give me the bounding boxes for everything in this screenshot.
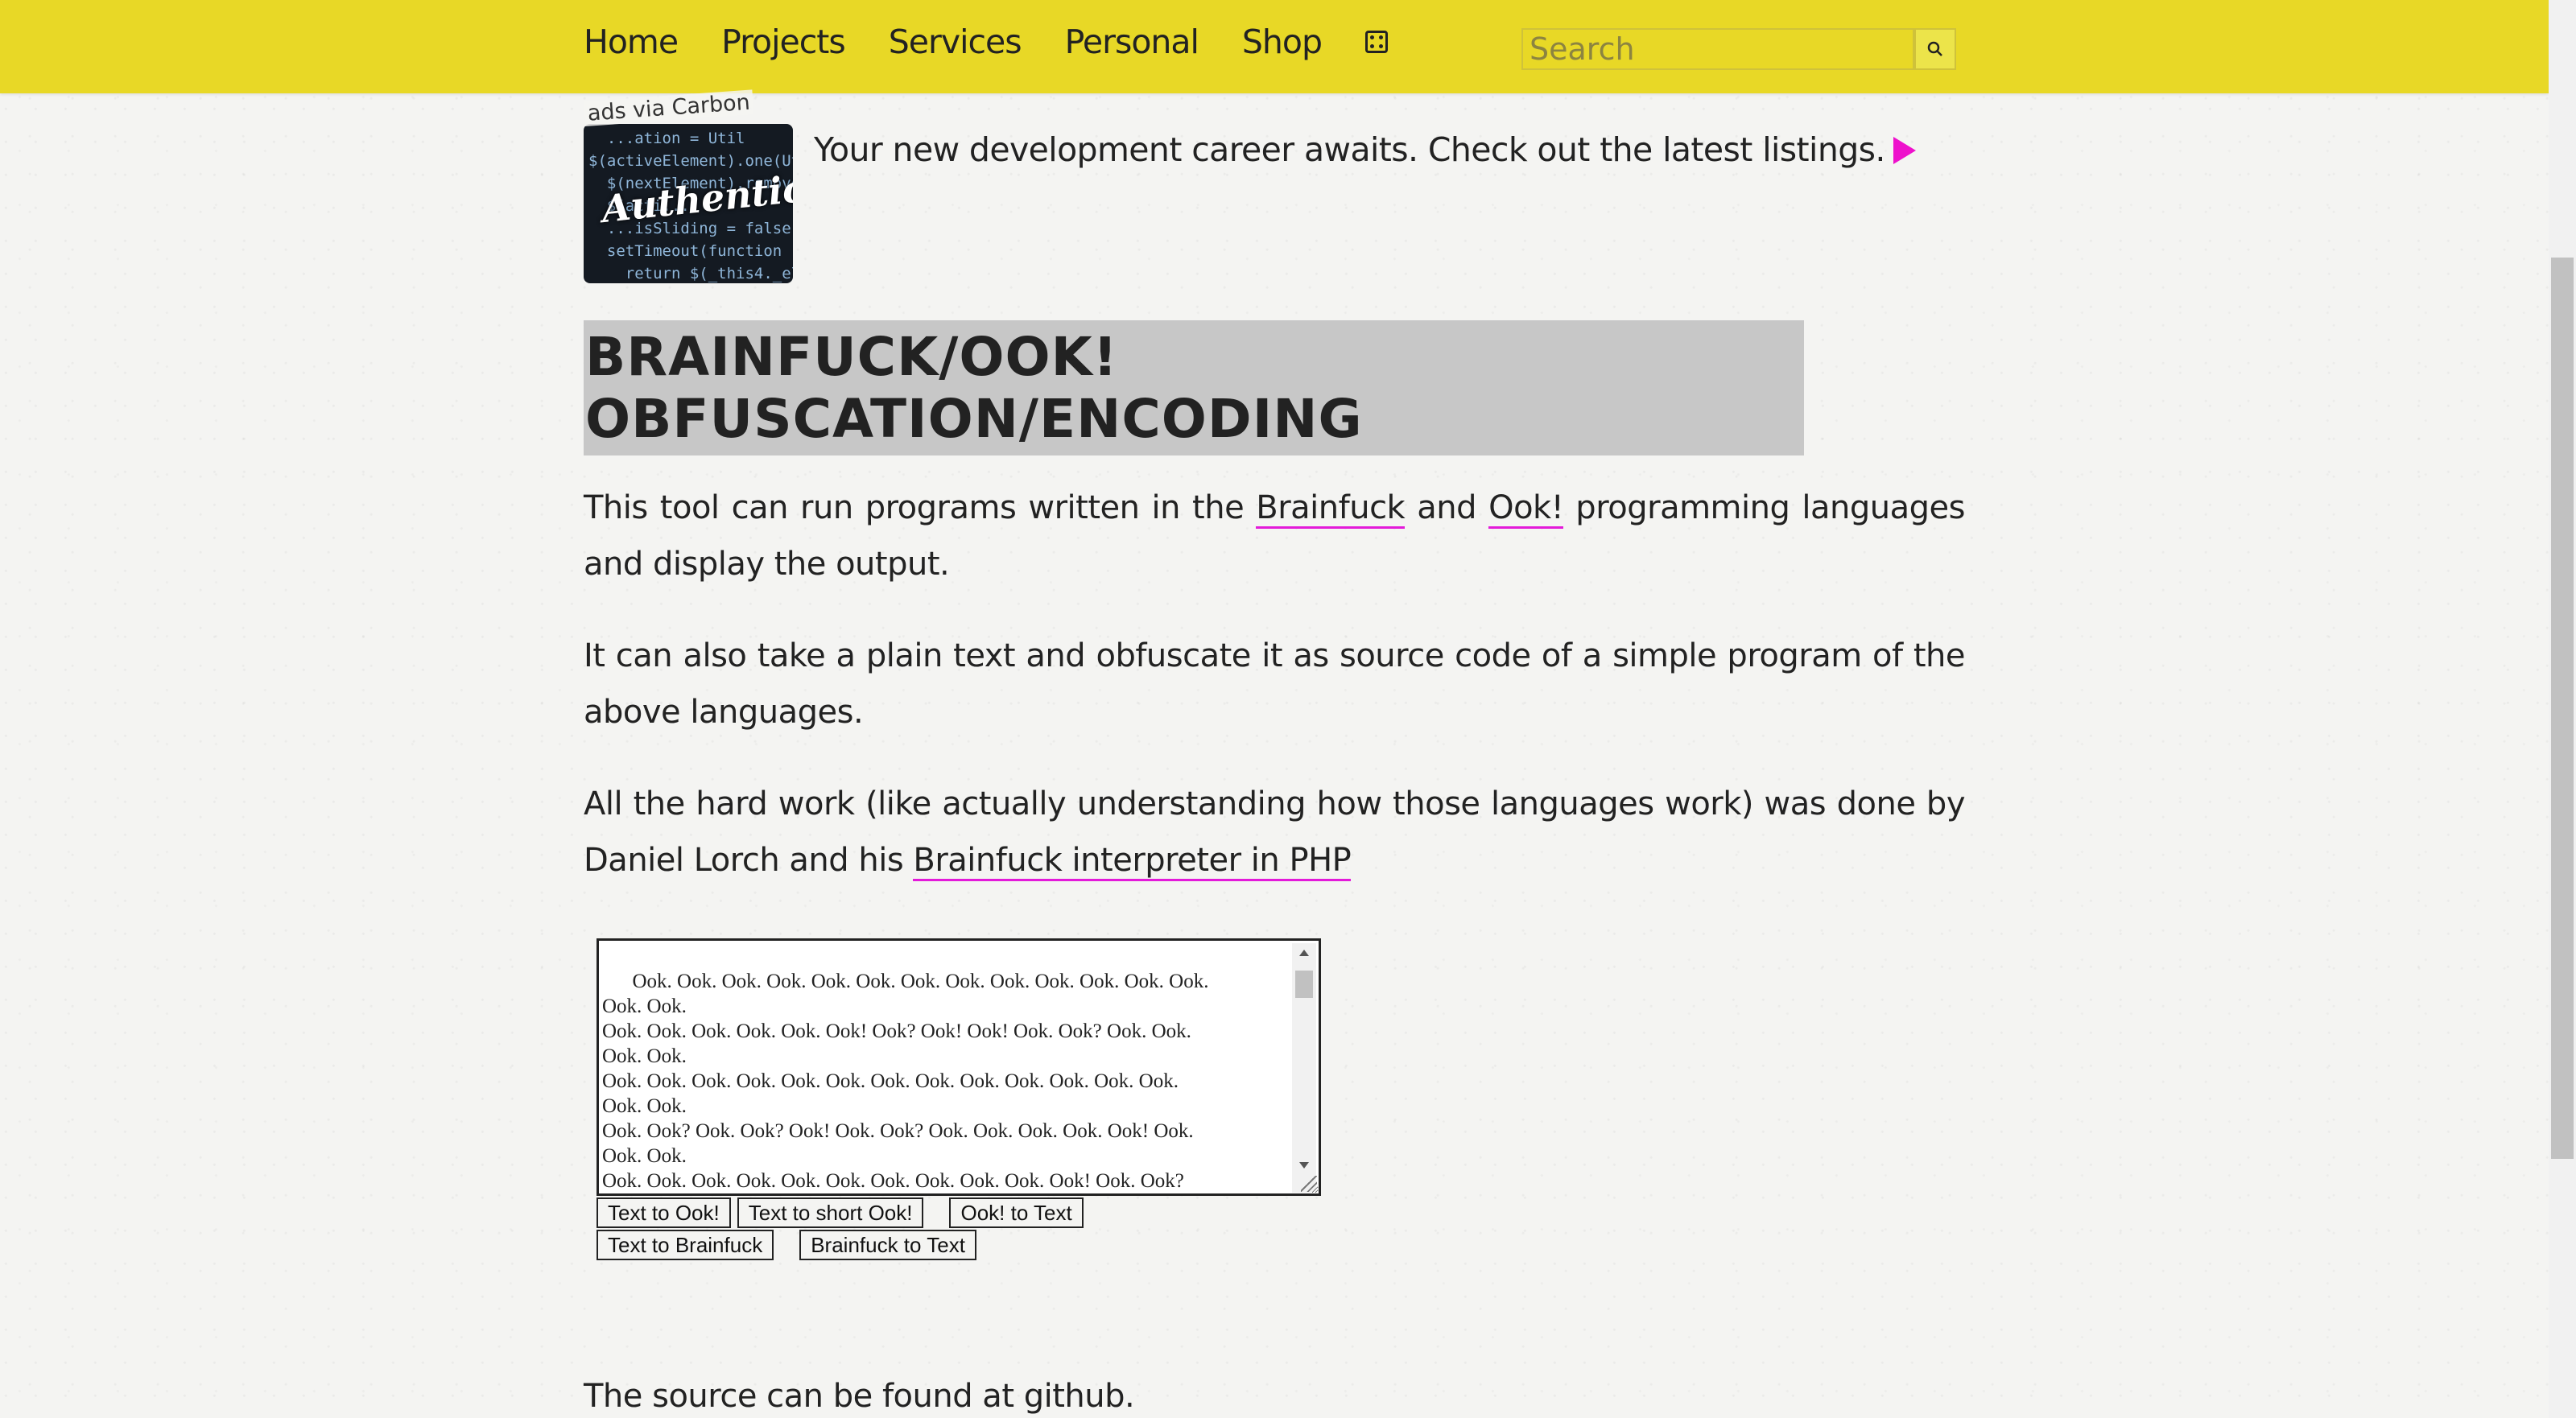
search-icon (1927, 41, 1942, 56)
nav-item-services[interactable]: Services (889, 23, 1022, 61)
brainfuck-link[interactable]: Brainfuck (1256, 489, 1406, 529)
search-input[interactable] (1521, 28, 1914, 70)
search-button[interactable] (1914, 28, 1956, 70)
page-title: Brainfuck/Ook! Obfuscation/Encoding (585, 326, 1363, 450)
code-textarea[interactable]: Ook. Ook. Ook. Ook. Ook. Ook. Ook. Ook. … (597, 938, 1321, 1196)
text-to-short-ook-button[interactable]: Text to short Ook! (737, 1197, 924, 1228)
main-content: ads via Carbon ...ation = Util $(activeE… (583, 89, 1966, 1260)
button-row-2: Text to Brainfuck Brainfuck to Text (597, 1230, 1965, 1260)
ook-to-text-button[interactable]: Ook! to Text (949, 1197, 1084, 1228)
ad-label[interactable]: ads via Carbon (583, 89, 754, 126)
text-to-ook-button[interactable]: Text to Ook! (597, 1197, 731, 1228)
ad-text-link[interactable]: Your new development career awaits. Chec… (814, 130, 1916, 169)
nav-menu: Home Projects Services Personal Shop (584, 23, 1431, 61)
top-navbar: Home Projects Services Personal Shop (0, 0, 2549, 93)
intro-text-a: This tool can run programs written in th… (584, 489, 1257, 526)
ad-image[interactable]: ...ation = Util $(activeElement).one(Uti… (584, 124, 793, 283)
play-arrow-icon (1893, 137, 1916, 164)
source-note: The source can be found at github. (584, 1378, 1135, 1415)
ook-link[interactable]: Ook! (1488, 489, 1564, 529)
dice-icon (1365, 31, 1389, 53)
nav-item-personal[interactable]: Personal (1065, 23, 1199, 61)
code-textarea-content: Ook. Ook. Ook. Ook. Ook. Ook. Ook. Ook. … (602, 971, 1209, 1192)
text-to-brainfuck-button[interactable]: Text to Brainfuck (597, 1230, 774, 1260)
converter-tool: Ook. Ook. Ook. Ook. Ook. Ook. Ook. Ook. … (597, 938, 1965, 1260)
nav-item-shop[interactable]: Shop (1242, 23, 1323, 61)
nav-item-home[interactable]: Home (584, 23, 679, 61)
page-scrollbar[interactable] (2549, 0, 2576, 1418)
interpreter-link[interactable]: Brainfuck interpreter in PHP (913, 842, 1352, 881)
intro-paragraph: This tool can run programs written in th… (584, 480, 1966, 592)
textarea-scroll-thumb[interactable] (1295, 971, 1313, 998)
scroll-down-icon[interactable] (1299, 1162, 1309, 1169)
resize-grip-icon[interactable] (1301, 1176, 1317, 1192)
nav-item-random[interactable] (1365, 23, 1389, 61)
nav-item-projects[interactable]: Projects (721, 23, 846, 61)
search-form (1521, 28, 1956, 70)
title-banner: Brainfuck/Ook! Obfuscation/Encoding (584, 320, 1804, 455)
carbon-ad: ads via Carbon ...ation = Util $(activeE… (583, 89, 1965, 290)
credits-paragraph: All the hard work (like actually underst… (584, 776, 1966, 888)
ad-text: Your new development career awaits. Chec… (814, 130, 1885, 169)
obfuscate-paragraph: It can also take a plain text and obfusc… (584, 637, 1966, 731)
textarea-scrollbar[interactable] (1292, 943, 1316, 1193)
intro-text-b: and (1405, 489, 1489, 526)
button-row-1: Text to Ook! Text to short Ook! Ook! to … (597, 1197, 1965, 1228)
brainfuck-to-text-button[interactable]: Brainfuck to Text (799, 1230, 976, 1260)
page-scroll-thumb[interactable] (2551, 258, 2574, 1159)
scroll-up-icon[interactable] (1299, 950, 1309, 956)
